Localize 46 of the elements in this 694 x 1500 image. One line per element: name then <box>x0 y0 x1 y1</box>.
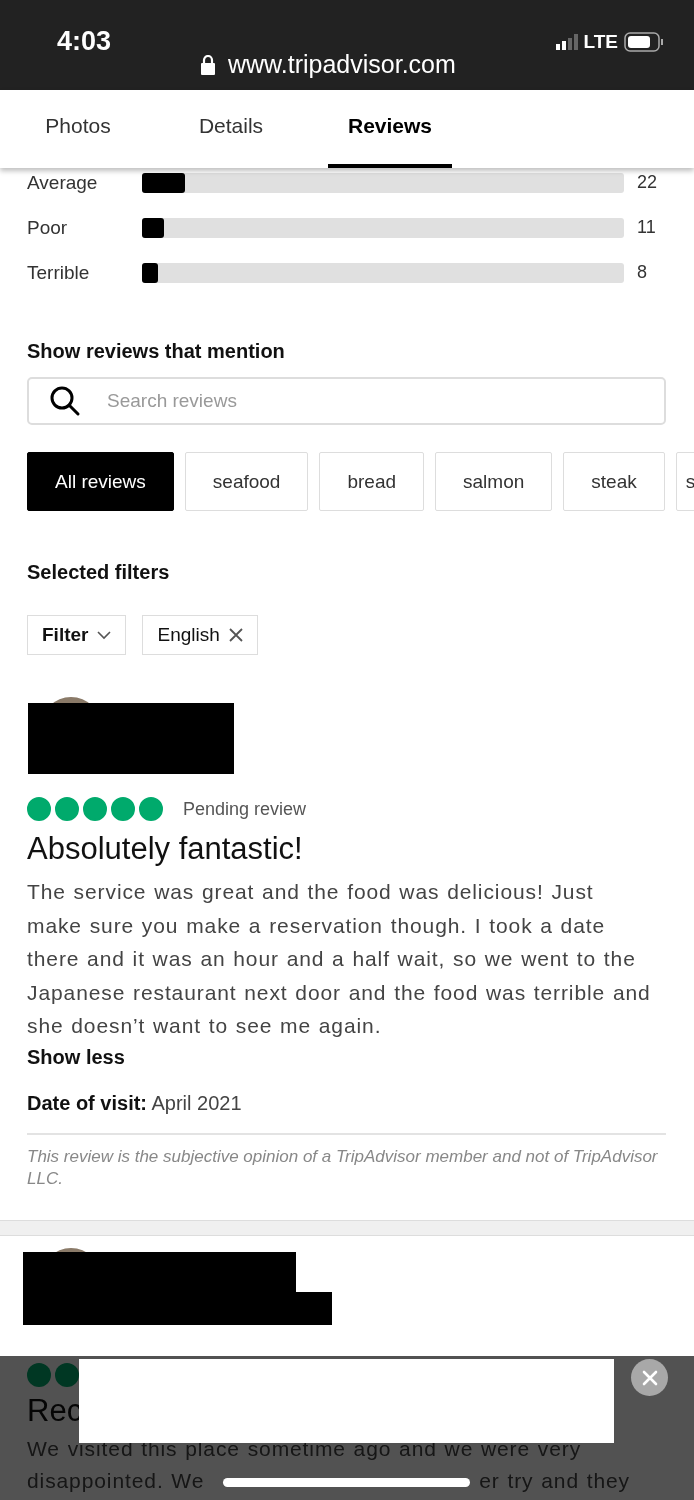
url-text: www.tripadvisor.com <box>228 50 456 79</box>
filter-button[interactable]: Filter <box>27 615 127 655</box>
signal-icon <box>555 34 578 50</box>
rating-count: 11 <box>637 217 656 238</box>
rating-bubble <box>55 797 79 821</box>
tab[interactable]: Details <box>193 90 269 168</box>
filter-chip[interactable]: s <box>675 452 694 511</box>
review-text-fragment: er try and they <box>479 1467 630 1494</box>
close-button[interactable] <box>631 1359 668 1396</box>
tab[interactable]: Photos <box>40 90 116 168</box>
rating-bubble <box>139 797 163 821</box>
tab[interactable]: Reviews <box>328 90 452 168</box>
battery-icon <box>624 32 664 52</box>
review-text-fragment: disappointed. We <box>27 1467 205 1494</box>
visit-date: Date of visit: April 2021 <box>27 1091 243 1115</box>
clock-time: 4:03 <box>57 26 112 57</box>
review-status: Pending review <box>183 798 307 820</box>
review-title: Rec <box>27 1392 83 1429</box>
rating-count: 8 <box>637 262 647 283</box>
disclaimer-text: This review is the subjective opinion of a TripAdvisor member and not of TripAdvisor LLC. <box>27 1145 659 1190</box>
filter-chip[interactable]: salmon <box>435 452 553 511</box>
rating-label: Poor <box>27 216 69 239</box>
section-heading: Show reviews that mention <box>27 340 286 363</box>
language-filter-button[interactable]: English <box>142 615 258 655</box>
filter-chip[interactable]: bread <box>319 452 425 511</box>
rating-label: Terrible <box>27 261 91 284</box>
chevron-down-icon <box>97 628 112 642</box>
filter-chip[interactable]: seafood <box>184 452 309 511</box>
filter-chip[interactable]: All reviews <box>27 452 174 511</box>
review-title: Absolutely fantastic! <box>27 831 303 867</box>
rating-bubble <box>83 797 107 821</box>
filter-chip[interactable]: steak <box>563 452 665 511</box>
rating-label: Average <box>27 171 99 194</box>
close-icon <box>641 1369 658 1386</box>
lock-icon <box>200 54 216 75</box>
close-icon <box>228 628 243 642</box>
section-heading: Selected filters <box>27 561 171 584</box>
carrier-label: LTE <box>583 31 618 53</box>
rating-bubbles-icon <box>27 1362 79 1387</box>
search-field[interactable]: Search reviews <box>27 377 666 425</box>
rating-bubble <box>27 797 51 821</box>
search-icon <box>49 385 81 417</box>
show-less-link[interactable]: Show less <box>27 1045 125 1069</box>
rating-count: 22 <box>637 172 658 193</box>
rating-bubble <box>111 797 135 821</box>
review-text: The service was great and the food was delicious! Just make sure you make a reservation though. I took a date there and it was an hour and a half wait, so we went to the Japanese restaurant next door and the food was terrible and she doesn’t want to see me again. <box>27 879 652 1039</box>
